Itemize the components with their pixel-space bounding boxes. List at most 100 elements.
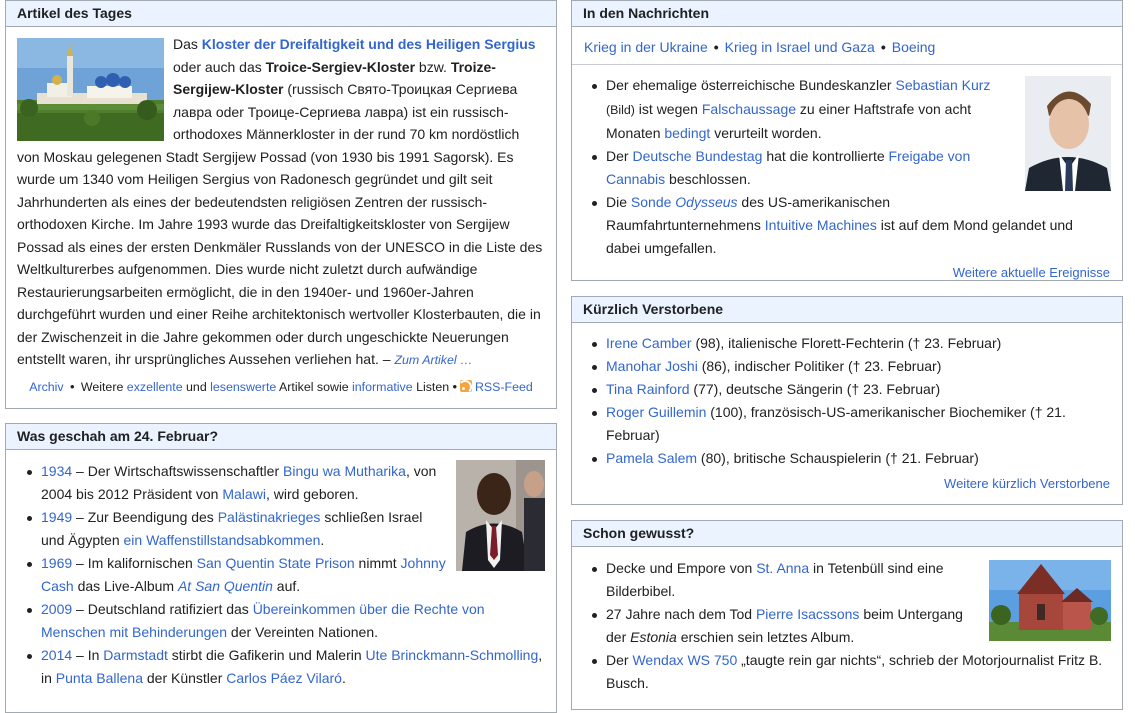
news-list: Der ehemalige österreichische Bundeskanz… [583, 74, 1111, 260]
did-you-know-heading: Schon gewusst? [572, 521, 1122, 547]
item-text: . [341, 670, 346, 686]
dyk-text: 27 Jahre nach dem Tod [606, 606, 756, 622]
informative-link[interactable]: informative [352, 380, 413, 394]
item-link[interactable]: At San Quentin [178, 578, 273, 594]
item-text: nimmt [354, 555, 401, 571]
item-text: der Vereinten Nationen. [227, 624, 379, 640]
news-item: Der ehemalige österreichische Bundeskanz… [592, 74, 1111, 145]
person-link[interactable]: Irene Camber [606, 335, 692, 351]
article-more-link[interactable]: Zum Artikel … [394, 353, 472, 367]
article-text-3: bzw. [415, 58, 451, 75]
recent-death-item: Tina Rainford (77), deutsche Sängerin (†… [592, 378, 1111, 401]
footer-separator: • [70, 379, 75, 394]
item-text: – Der Wirtschaftswissenschaftler [72, 463, 283, 479]
year-link[interactable]: 1969 [41, 555, 72, 571]
news-link[interactable]: Sebastian Kurz [895, 77, 990, 93]
more-news-link[interactable]: Weitere aktuelle Ereignisse [953, 265, 1110, 280]
news-text: verurteilt worden. [710, 125, 822, 141]
year-link[interactable]: 2009 [41, 601, 72, 617]
person-link[interactable]: Pamela Salem [606, 450, 697, 466]
article-bold-name-1: Troice-Sergiev-Kloster [265, 58, 416, 75]
item-link[interactable]: ein Waffenstillstandsabkommen [124, 532, 321, 548]
news-text: Die [606, 194, 631, 210]
item-link[interactable]: Bingu wa Mutharika [283, 463, 406, 479]
topic-separator: • [880, 39, 886, 55]
topic-link-ukraine[interactable]: Krieg in der Ukraine [584, 39, 708, 55]
on-this-day-item: 2009 – Deutschland ratifiziert das Übere… [27, 598, 545, 644]
recent-death-item: Roger Guillemin (100), französisch-US-am… [592, 401, 1111, 447]
year-link[interactable]: 2014 [41, 647, 72, 663]
on-this-day-heading: Was geschah am 24. Februar? [6, 424, 556, 450]
item-link[interactable]: Malawi [222, 486, 266, 502]
item-link[interactable]: Palästinakrieges [218, 509, 321, 525]
rss-feed-link[interactable]: RSS-Feed [475, 380, 533, 394]
item-text: das Live-Album [73, 578, 178, 594]
news-link[interactable]: Sonde Odysseus [631, 194, 738, 210]
item-text: der Künstler [142, 670, 227, 686]
recent-deaths-list: Irene Camber (98), italienische Florett-… [583, 332, 1111, 470]
dyk-link[interactable]: St. Anna [756, 560, 809, 576]
recent-deaths-box: Kürzlich Verstorbene Irene Camber (98), … [571, 296, 1123, 505]
item-text: auf. [272, 578, 301, 594]
more-recent-deaths-link[interactable]: Weitere kürzlich Verstorbene [944, 476, 1110, 491]
item-text: stirbt die Gafikerin und Malerin [167, 647, 366, 663]
topic-separator: • [713, 39, 719, 55]
article-main-link[interactable]: Kloster der Dreifaltigkeit und des Heili… [202, 36, 536, 52]
on-this-day-item: 2014 – In Darmstadt stirbt die Gafikerin… [27, 644, 545, 690]
news-link[interactable]: bedingt [664, 125, 710, 141]
did-you-know-item: Der Wendax WS 750 „taugte rein gar nicht… [592, 649, 1111, 695]
dyk-text: Der [606, 652, 633, 668]
dyk-link[interactable]: Pierre Isacssons [756, 606, 859, 622]
item-text: , wird geboren. [265, 486, 359, 502]
topic-link-israel-gaza[interactable]: Krieg in Israel und Gaza [725, 39, 875, 55]
person-link[interactable]: Manohar Joshi [606, 358, 698, 374]
person-details: (77), deutsche Sängerin († 23. Februar) [689, 381, 941, 397]
news-item: Der Deutsche Bundestag hat die kontrolli… [592, 145, 1111, 191]
news-topics-bar: Krieg in der Ukraine • Krieg in Israel und… [572, 27, 1122, 65]
item-text: – In [72, 647, 104, 663]
excellent-link[interactable]: exzellente [127, 380, 183, 394]
news-text: hat die kontrollierte [762, 148, 889, 164]
year-link[interactable]: 1949 [41, 509, 72, 525]
recent-death-item: Manohar Joshi (86), indischer Politiker … [592, 355, 1111, 378]
news-link[interactable]: Falschaussage [702, 101, 796, 117]
year-link[interactable]: 1934 [41, 463, 72, 479]
news-box: In den Nachrichten Krieg in der Ukraine •… [571, 0, 1123, 281]
item-link[interactable]: Ute Brinckmann-Schmolling [366, 647, 539, 663]
footer-text: Listen [412, 379, 453, 394]
item-link[interactable]: Punta Ballena [56, 670, 143, 686]
monastery-image[interactable] [17, 38, 164, 141]
news-link-italic: Odysseus [675, 194, 738, 210]
on-this-day-item: 1969 – Im kalifornischen San Quentin Sta… [27, 552, 545, 598]
dyk-text: erschien sein letztes Album. [676, 629, 855, 645]
archive-link[interactable]: Archiv [29, 380, 63, 394]
did-you-know-list: Decke und Empore von St. Anna in Tetenbü… [583, 557, 1111, 695]
person-link[interactable]: Tina Rainford [606, 381, 690, 397]
item-link[interactable]: Darmstadt [103, 647, 168, 663]
news-link[interactable]: Intuitive Machines [765, 217, 877, 233]
rss-icon [459, 379, 472, 392]
article-of-the-day-box: Artikel des Tages Das Kloster der Dreifa… [5, 0, 557, 409]
worth-reading-link[interactable]: lesenswerte [210, 380, 276, 394]
footer-text: und [182, 379, 211, 394]
news-text: Der ehemalige österreichische Bundeskanz… [606, 77, 896, 93]
person-details: (98), italienische Florett-Fechterin († … [691, 335, 1002, 351]
person-link[interactable]: Roger Guillemin [606, 404, 706, 420]
on-this-day-list: 1934 – Der Wirtschaftswissenschaftler Bi… [17, 460, 545, 690]
did-you-know-box: Schon gewusst? Decke und Empore von St. … [571, 520, 1123, 710]
item-text: . [320, 532, 325, 548]
article-text-1: Das [173, 36, 202, 52]
news-link-part: Sonde [630, 194, 676, 210]
dyk-text: Decke und Empore von [606, 560, 757, 576]
dyk-link[interactable]: Wendax WS 750 [632, 652, 737, 668]
news-link[interactable]: Deutsche Bundestag [632, 148, 762, 164]
on-this-day-box: Was geschah am 24. Februar? 1934 – Der W… [5, 423, 557, 713]
news-text: beschlossen. [665, 171, 751, 187]
recent-death-item: Pamela Salem (80), britische Schauspiele… [592, 447, 1111, 470]
topic-link-boeing[interactable]: Boeing [892, 39, 936, 55]
item-link[interactable]: Carlos Páez Vilaró [226, 670, 342, 686]
footer-text: Artikel sowie [276, 379, 353, 394]
item-link[interactable]: San Quentin State Prison [197, 555, 355, 571]
did-you-know-item: Decke und Empore von St. Anna in Tetenbü… [592, 557, 1111, 603]
footer-separator: • [452, 379, 457, 394]
